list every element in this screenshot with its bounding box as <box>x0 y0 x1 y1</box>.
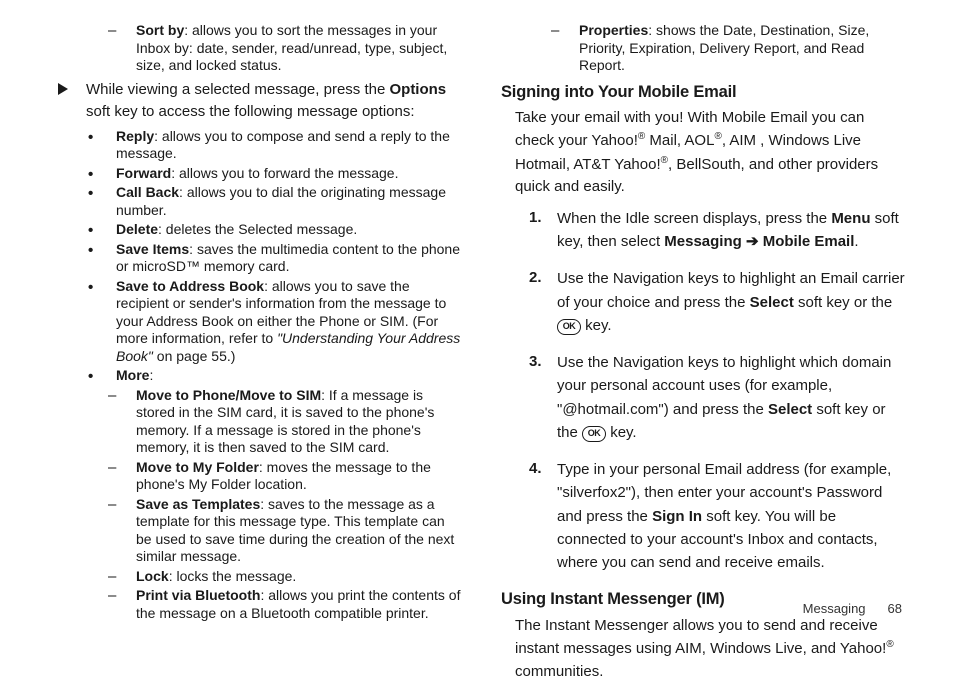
registered-icon: ® <box>661 155 668 166</box>
viewing-text: While viewing a selected message, press … <box>86 79 463 124</box>
options-list: •Reply: allows you to compose and send a… <box>88 128 463 385</box>
footer-page: 68 <box>888 601 902 616</box>
dash-icon: – <box>108 23 136 38</box>
registered-icon: ® <box>714 131 721 142</box>
heading-signing: Signing into Your Mobile Email <box>501 81 906 103</box>
right-column: – Properties: shows the Date, Destinatio… <box>501 22 906 582</box>
list-item: –Move to My Folder: moves the message to… <box>108 459 463 494</box>
list-item: •Forward: allows you to forward the mess… <box>88 165 463 183</box>
list-item: –Move to Phone/Move to SIM: If a message… <box>108 387 463 457</box>
sortby-text: Sort by: allows you to sort the messages… <box>136 22 463 75</box>
more-list: –Move to Phone/Move to SIM: If a message… <box>108 387 463 623</box>
dash-icon: – <box>551 23 579 38</box>
bullet-icon: • <box>88 280 116 295</box>
sign-intro: Take your email with you! With Mobile Em… <box>515 107 906 199</box>
dash-icon: – <box>108 497 136 512</box>
step-item: 3. Use the Navigation keys to highlight … <box>529 351 906 444</box>
steps-list: 1. When the Idle screen displays, press … <box>529 207 906 575</box>
list-item: –Save as Templates: saves to the message… <box>108 496 463 566</box>
bullet-icon: • <box>88 186 116 201</box>
step-item: 2. Use the Navigation keys to highlight … <box>529 267 906 337</box>
dash-icon: – <box>108 460 136 475</box>
list-item: –Lock: locks the message. <box>108 568 463 586</box>
ok-key-icon: OK <box>582 426 606 442</box>
footer-section: Messaging <box>803 601 866 616</box>
step-item: 1. When the Idle screen displays, press … <box>529 207 906 254</box>
bullet-icon: • <box>88 369 116 384</box>
list-item: •Save to Address Book: allows you to sav… <box>88 278 463 366</box>
im-body: The Instant Messenger allows you to send… <box>515 615 906 683</box>
bullet-icon: • <box>88 130 116 145</box>
dash-icon: – <box>108 569 136 584</box>
list-item: •Call Back: allows you to dial the origi… <box>88 184 463 219</box>
properties-item: – Properties: shows the Date, Destinatio… <box>551 22 906 75</box>
viewing-instruction: While viewing a selected message, press … <box>58 79 463 124</box>
dash-icon: – <box>108 588 136 603</box>
list-item: •More: <box>88 367 463 385</box>
bullet-icon: • <box>88 223 116 238</box>
ok-key-icon: OK <box>557 319 581 335</box>
list-item: •Reply: allows you to compose and send a… <box>88 128 463 163</box>
registered-icon: ® <box>886 639 893 650</box>
list-item: –Print via Bluetooth: allows you print t… <box>108 587 463 622</box>
left-column: – Sort by: allows you to sort the messag… <box>58 22 463 582</box>
bullet-icon: • <box>88 243 116 258</box>
sortby-label: Sort by <box>136 22 184 38</box>
page-footer: Messaging 68 <box>803 600 902 618</box>
sortby-item: – Sort by: allows you to sort the messag… <box>108 22 463 75</box>
dash-icon: – <box>108 388 136 403</box>
page-columns: – Sort by: allows you to sort the messag… <box>0 0 954 592</box>
triangle-icon <box>58 79 86 103</box>
list-item: •Delete: deletes the Selected message. <box>88 221 463 239</box>
step-item: 4. Type in your personal Email address (… <box>529 458 906 574</box>
bullet-icon: • <box>88 167 116 182</box>
list-item: •Save Items: saves the multimedia conten… <box>88 241 463 276</box>
